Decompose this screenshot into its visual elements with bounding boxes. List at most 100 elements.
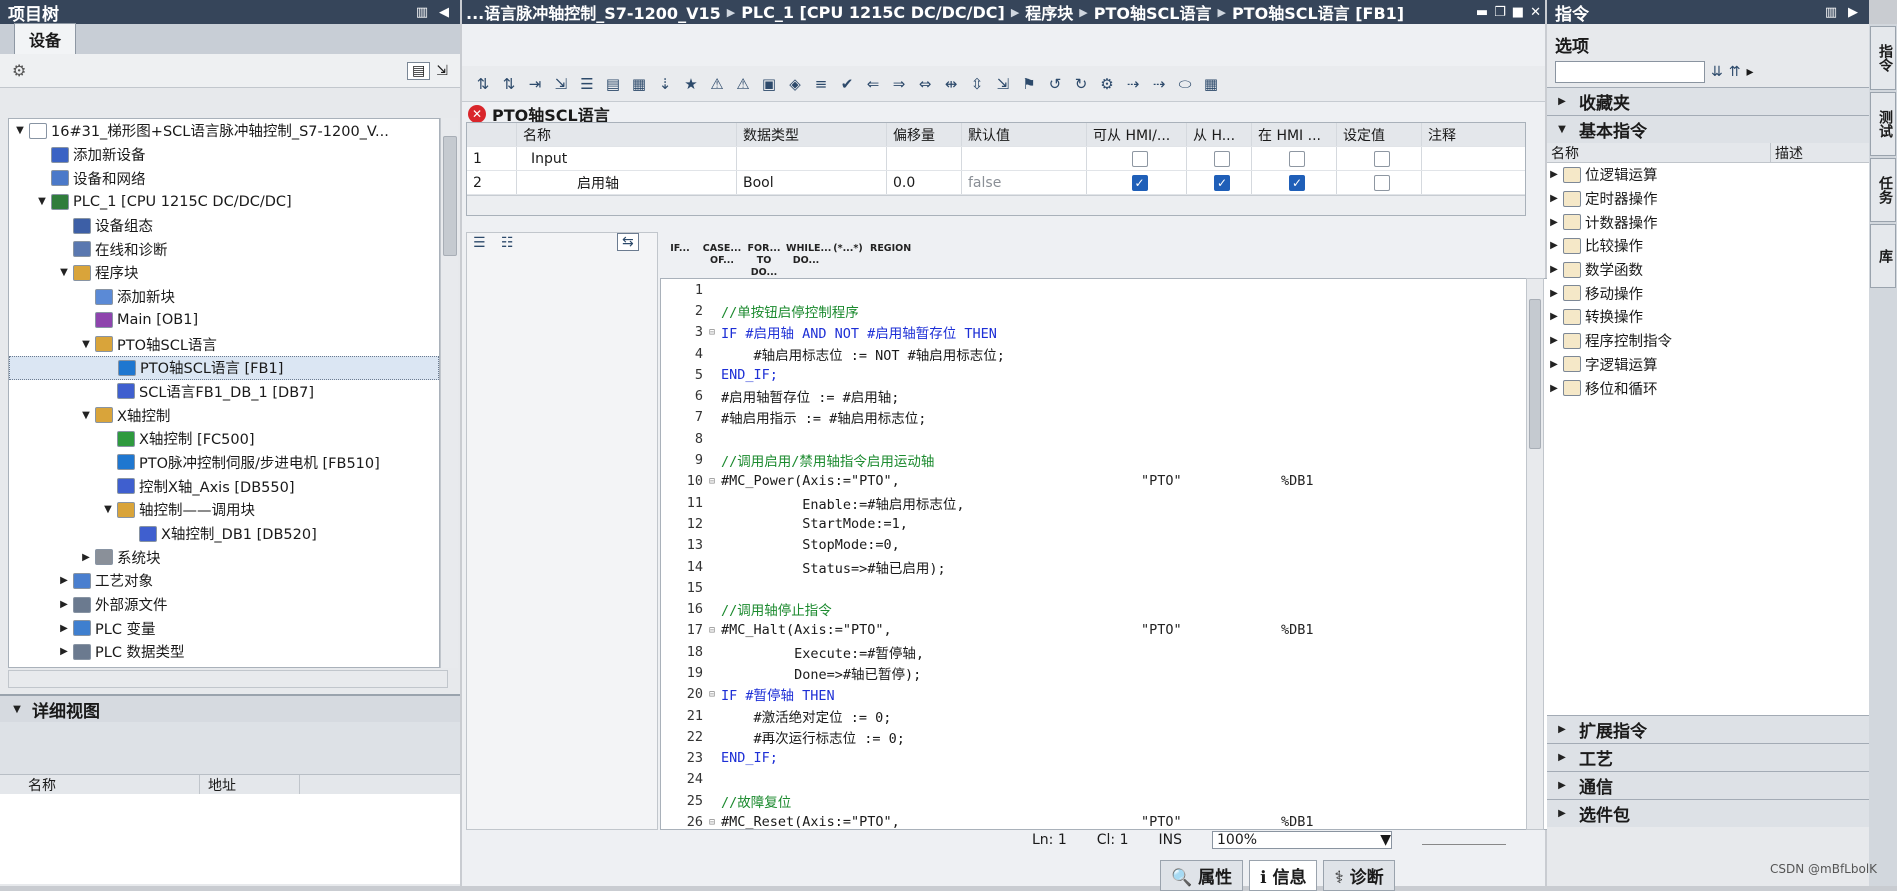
search-down-icon[interactable]: ⇊: [1711, 64, 1723, 80]
checkbox-cell[interactable]: [1087, 147, 1187, 170]
chevron-right-icon[interactable]: ▶: [1547, 264, 1561, 275]
toolbar-button-icon[interactable]: ⚠: [730, 72, 756, 96]
toolbar-button-icon[interactable]: ⇢: [1120, 72, 1146, 96]
code-line[interactable]: 4 #轴启用标志位 := NOT #轴启用标志位;: [661, 343, 1549, 364]
tree-view-icon[interactable]: ▤: [407, 61, 431, 80]
checkbox-cell[interactable]: ✓: [1087, 171, 1187, 194]
toolbar-button-icon[interactable]: ⇔: [912, 72, 938, 96]
var-name[interactable]: Input: [517, 147, 737, 170]
tree-item[interactable]: ▼ 程序块: [9, 261, 439, 285]
code-line[interactable]: 20 ⊟ IF #暂停轴 THEN: [661, 684, 1549, 705]
checkbox-cell[interactable]: ✓: [1252, 171, 1337, 194]
vertical-tab[interactable]: 测试: [1870, 92, 1896, 156]
section-basic-instructions[interactable]: ▼ 基本指令: [1547, 115, 1869, 143]
col-hmi-access[interactable]: 可从 HMI/...: [1087, 123, 1187, 146]
tree-item[interactable]: ▶ 系统块: [9, 545, 439, 569]
var-offset[interactable]: 0.0: [887, 171, 962, 194]
panel-float-icon[interactable]: ▥: [1823, 5, 1839, 20]
tree-settings-icon[interactable]: ⚙: [12, 61, 26, 80]
tree-item[interactable]: 控制X轴_Axis [DB550]: [9, 474, 439, 498]
scl-template-button[interactable]: CASE... OF...: [702, 235, 742, 275]
chevron-right-icon[interactable]: ▶: [57, 623, 71, 634]
tree-item[interactable]: ▼ PTO轴SCL语言: [9, 332, 439, 356]
collapse-left-icon[interactable]: ◀: [436, 5, 452, 20]
tab-properties[interactable]: 🔍 属性: [1160, 860, 1244, 891]
tab-diagnostics[interactable]: ⚕ 诊断: [1323, 860, 1395, 891]
toolbar-button-icon[interactable]: ≡: [808, 72, 834, 96]
tree-item[interactable]: ▼ X轴控制: [9, 403, 439, 427]
code-line[interactable]: 3 ⊟ IF #启用轴 AND NOT #启用轴暂存位 THEN: [661, 322, 1549, 343]
code-line[interactable]: 18 Execute:=#暂停轴,: [661, 641, 1549, 662]
toolbar-button-icon[interactable]: ☰: [574, 72, 600, 96]
chevron-right-icon[interactable]: ▶: [57, 575, 71, 586]
instruction-folder[interactable]: ▶ 数学函数: [1547, 258, 1869, 282]
instr-col-name[interactable]: 名称: [1547, 143, 1771, 162]
scl-template-button[interactable]: IF...: [660, 235, 700, 275]
instruction-folder[interactable]: ▶ 定时器操作: [1547, 187, 1869, 211]
instruction-folder[interactable]: ▶ 移动操作: [1547, 281, 1869, 305]
code-line[interactable]: 24: [661, 769, 1549, 790]
toolbar-button-icon[interactable]: ⇣: [652, 72, 678, 96]
toolbar-button-icon[interactable]: ⇐: [860, 72, 886, 96]
chevron-down-icon[interactable]: ▼: [35, 196, 49, 207]
checkbox[interactable]: ✓: [1131, 174, 1148, 191]
restore-icon[interactable]: ❐: [1494, 5, 1506, 20]
chevron-right-icon[interactable]: ▶: [57, 599, 71, 610]
toolbar-button-icon[interactable]: ↻: [1068, 72, 1094, 96]
indent-icon[interactable]: ☰: [473, 235, 486, 251]
breadcrumb-plc[interactable]: PLC_1 [CPU 1215C DC/DC/DC]: [741, 3, 1005, 22]
scl-template-button[interactable]: WHILE... DO...: [786, 235, 831, 275]
tab-devices[interactable]: 设备: [14, 23, 77, 54]
code-line[interactable]: 11 Enable:=#轴启用标志位,: [661, 492, 1549, 513]
scl-template-button[interactable]: FOR... TO DO...: [744, 235, 784, 278]
chevron-right-icon[interactable]: ▶: [1547, 383, 1561, 394]
checkbox[interactable]: [1289, 150, 1305, 167]
toolbar-button-icon[interactable]: ⇅: [496, 72, 522, 96]
chevron-right-icon[interactable]: ▶: [1547, 335, 1561, 346]
code-line[interactable]: 12 StartMode:=1,: [661, 513, 1549, 534]
interface-row[interactable]: 1 Input: [467, 147, 1525, 171]
tree-item[interactable]: 设备组态: [9, 214, 439, 238]
checkbox-cell[interactable]: ✓: [1187, 171, 1252, 194]
fold-icon[interactable]: ⊟: [709, 625, 721, 636]
tree-item[interactable]: SCL语言FB1_DB_1 [DB7]: [9, 380, 439, 404]
sync-icon[interactable]: ⇆: [617, 233, 639, 251]
instruction-folder[interactable]: ▶ 字逻辑运算: [1547, 353, 1869, 377]
code-line[interactable]: 8: [661, 428, 1549, 449]
var-name[interactable]: 启用轴: [517, 171, 737, 194]
col-in-hmi[interactable]: 在 HMI ...: [1252, 123, 1337, 146]
col-datatype[interactable]: 数据类型: [737, 123, 887, 146]
instruction-folder[interactable]: ▶ 移位和循环: [1547, 376, 1869, 400]
tree-item[interactable]: X轴控制_DB1 [DB520]: [9, 522, 439, 546]
tree-export-icon[interactable]: ⇲: [436, 63, 448, 79]
chevron-right-icon[interactable]: ▶: [79, 552, 93, 563]
code-line[interactable]: 14 Status=>#轴已启用);: [661, 556, 1549, 577]
checkbox[interactable]: ✓: [1214, 174, 1230, 191]
toolbar-button-icon[interactable]: ▣: [756, 72, 782, 96]
tree-item[interactable]: 设备和网络: [9, 166, 439, 190]
col-default[interactable]: 默认值: [962, 123, 1087, 146]
row-number[interactable]: 2: [467, 171, 517, 194]
vertical-tab[interactable]: 任务: [1870, 158, 1896, 222]
toolbar-button-icon[interactable]: ▦: [626, 72, 652, 96]
col-from-hmi[interactable]: 从 H...: [1187, 123, 1252, 146]
detail-col-address[interactable]: 地址: [200, 775, 300, 794]
checkbox-cell[interactable]: [1337, 147, 1422, 170]
outdent-icon[interactable]: ☷: [501, 235, 514, 251]
iface-h-scrollbar[interactable]: [467, 195, 1525, 215]
tree-item[interactable]: ▼ 16#31_梯形图+SCL语言脉冲轴控制_S7-1200_V...: [9, 119, 439, 143]
toolbar-button-icon[interactable]: ◈: [782, 72, 808, 96]
section-3[interactable]: ▶ 选件包: [1547, 799, 1869, 827]
toolbar-button-icon[interactable]: ⚠: [704, 72, 730, 96]
code-line[interactable]: 23 END_IF;: [661, 748, 1549, 769]
checkbox-cell[interactable]: [1187, 147, 1252, 170]
toolbar-button-icon[interactable]: ⬭: [1172, 72, 1198, 96]
checkbox[interactable]: [1374, 150, 1390, 167]
chevron-right-icon[interactable]: ▸: [1746, 64, 1753, 80]
zoom-slider[interactable]: [1422, 835, 1506, 845]
checkbox[interactable]: [1374, 174, 1390, 191]
tree-item[interactable]: ▶ PLC 数据类型: [9, 640, 439, 664]
code-line[interactable]: 19 Done=>#轴已暂停);: [661, 662, 1549, 683]
tree-item[interactable]: ▼ PLC_1 [CPU 1215C DC/DC/DC]: [9, 190, 439, 214]
section-0[interactable]: ▶ 扩展指令: [1547, 715, 1869, 743]
